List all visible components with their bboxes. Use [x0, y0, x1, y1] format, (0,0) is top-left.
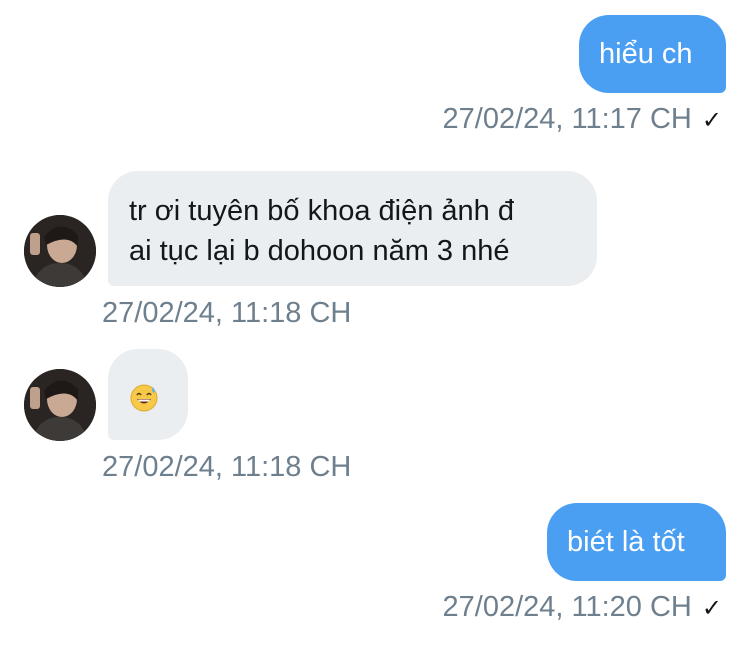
- timestamp-text: 27/02/24, 11:17 CH: [442, 103, 692, 135]
- message-bubble-incoming[interactable]: [108, 349, 188, 440]
- avatar[interactable]: [24, 215, 96, 287]
- message-text-line: ai tục lại b dohoon năm 3 nhé: [129, 235, 510, 267]
- read-check-icon: ✓: [701, 107, 722, 134]
- read-check-icon: ✓: [701, 595, 722, 622]
- avatar[interactable]: [24, 369, 96, 441]
- timestamp-text: 27/02/24, 11:20 CH: [442, 591, 692, 623]
- message-bubble-outgoing[interactable]: biét là tốt: [547, 503, 726, 581]
- message-timestamp: 27/02/24, 11:18 CH: [102, 451, 352, 483]
- message-text: biét là tốt: [567, 526, 685, 558]
- message-timestamp: 27/02/24, 11:17 CH ✓: [443, 103, 722, 136]
- message-text: hiểu ch: [599, 38, 693, 70]
- message-bubble-incoming[interactable]: tr ơi tuyên bố khoa điện ảnh đ ai tục lạ…: [108, 171, 597, 286]
- message-bubble-outgoing[interactable]: hiểu ch: [579, 15, 726, 93]
- sweat-smile-emoji-icon: [130, 384, 158, 412]
- message-timestamp: 27/02/24, 11:20 CH ✓: [443, 591, 722, 624]
- message-text-line: tr ơi tuyên bố khoa điện ảnh đ: [129, 195, 515, 227]
- message-timestamp: 27/02/24, 11:18 CH: [102, 297, 352, 329]
